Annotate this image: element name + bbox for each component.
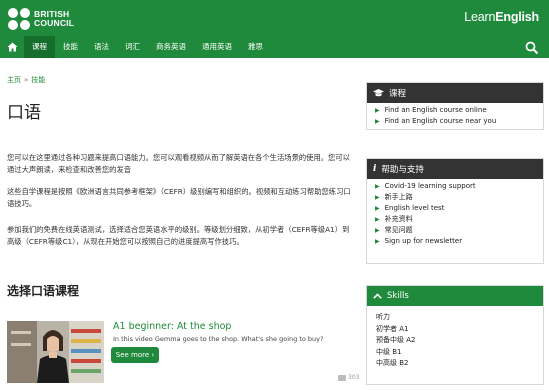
- help-panel: i 帮助与支持 ▶ Covid-19 learning support ▶ 新手上路…: [366, 158, 544, 264]
- nav-item-grammar[interactable]: 语法: [86, 36, 117, 58]
- nav-item-business-english[interactable]: 商务英语: [148, 36, 194, 58]
- sidebar-link-label: Sign up for newsletter: [384, 237, 463, 245]
- skills-item-b2[interactable]: 中高级 B2: [367, 358, 543, 370]
- arrow-right-icon: ▶: [375, 205, 380, 212]
- brand-part2: English: [495, 10, 539, 24]
- info-icon: i: [373, 164, 377, 174]
- arrow-right-icon: ▶: [375, 194, 380, 201]
- sidebar-link-faq[interactable]: ▶ 常见问题: [367, 225, 543, 236]
- british-council-logo[interactable]: BRITISH COUNCIL: [8, 8, 74, 30]
- nav-item-vocabulary[interactable]: 词汇: [117, 36, 148, 58]
- main-nav: 课程 技能 语法 词汇 商务英语 通用英语 雅思: [0, 36, 549, 58]
- nav-item-general-english[interactable]: 通用英语: [194, 36, 240, 58]
- skills-item-b1[interactable]: 中级 B1: [367, 347, 543, 359]
- sidebar-link-label: English level test: [384, 204, 445, 212]
- sidebar-link-label: Find an English course online: [384, 106, 487, 114]
- sidebar-link-label: Find an English course near you: [384, 117, 497, 125]
- courses-panel-header: 课程: [367, 83, 543, 103]
- course-description: In this video Gemma goes to the shop. Wh…: [113, 335, 324, 343]
- sidebar-link-level-test[interactable]: ▶ English level test: [367, 203, 543, 214]
- breadcrumb: 主页» 技能: [7, 75, 45, 85]
- sidebar-link-newsletter[interactable]: ▶ Sign up for newsletter: [367, 236, 543, 247]
- section-title: 选择口语课程: [7, 284, 80, 298]
- skills-item-a2[interactable]: 预备中级 A2: [367, 335, 543, 347]
- brand-part1: Learn: [464, 10, 496, 24]
- cefr-paragraph: 这些自学课程是按照《欧洲语言共同参考框架》（CEFR）级别编写和组织的。视频和互…: [7, 187, 351, 208]
- help-panel-title: 帮助与支持: [381, 165, 424, 175]
- see-more-button[interactable]: See more ›: [111, 347, 159, 363]
- graduation-cap-icon: [373, 89, 384, 97]
- skills-panel-header[interactable]: Skills: [367, 286, 543, 306]
- arrow-right-icon: ▶: [375, 238, 380, 245]
- courses-panel-title: 课程: [389, 89, 407, 99]
- intro-paragraph: 您可以在这里通过各种习题来提高口语能力。您可以观看视频从而了解英语在各个生活场景…: [7, 153, 350, 174]
- sidebar-link-label: Covid-19 learning support: [384, 182, 476, 190]
- sidebar-link-covid-support[interactable]: ▶ Covid-19 learning support: [367, 181, 543, 192]
- breadcrumb-home[interactable]: 主页: [7, 76, 21, 84]
- nav-item-ielts[interactable]: 雅思: [240, 36, 271, 58]
- view-count-value: 303: [348, 374, 360, 381]
- chevron-up-icon: [373, 293, 382, 299]
- sidebar-link-label: 常见问题: [384, 226, 413, 234]
- skills-panel: Skills 听力 初学者 A1 预备中级 A2 中级 B1 中高级 B2: [366, 285, 544, 385]
- level-test-paragraph: 参加我们的免费在线英语测试，选择适合您英语水平的级别。等级划分细致，从初学者（C…: [7, 225, 350, 246]
- arrow-right-icon: ▶: [375, 118, 380, 125]
- courses-panel: 课程 ▶ Find an English course online ▶ Find …: [366, 82, 544, 130]
- nav-item-courses[interactable]: 课程: [24, 36, 55, 58]
- sidebar-link-online-course[interactable]: ▶ Find an English course online: [367, 105, 543, 116]
- arrow-right-icon: ▶: [375, 183, 380, 190]
- breadcrumb-separator: »: [24, 76, 29, 84]
- site-header: BRITISH COUNCIL LearnEnglish: [0, 0, 549, 36]
- search-icon: [525, 41, 539, 55]
- logo-line2: COUNCIL: [34, 18, 75, 28]
- eye-icon: [338, 374, 346, 381]
- arrow-right-icon: ▶: [375, 227, 380, 234]
- skills-panel-title: Skills: [387, 291, 409, 301]
- search-button[interactable]: [525, 40, 539, 55]
- sidebar-link-getting-started[interactable]: ▶ 新手上路: [367, 192, 543, 203]
- course-title[interactable]: A1 beginner: At the shop: [113, 321, 231, 332]
- view-count: 303: [338, 374, 359, 381]
- sidebar-link-resources[interactable]: ▶ 补充资料: [367, 214, 543, 225]
- breadcrumb-current[interactable]: 技能: [31, 76, 45, 84]
- course-thumbnail[interactable]: [7, 321, 104, 383]
- nav-item-skills[interactable]: 技能: [55, 36, 86, 58]
- skills-item-a1[interactable]: 初学者 A1: [367, 324, 543, 336]
- sidebar-link-course-near-you[interactable]: ▶ Find an English course near you: [367, 116, 543, 127]
- sidebar-link-label: 补充资料: [384, 215, 413, 223]
- learnenglish-brand[interactable]: LearnEnglish: [464, 10, 539, 24]
- home-icon: [7, 42, 17, 52]
- help-panel-header: i 帮助与支持: [367, 159, 543, 179]
- logo-dots-icon: [8, 8, 30, 30]
- sidebar-link-label: 新手上路: [384, 193, 413, 201]
- home-button[interactable]: [0, 36, 24, 58]
- skills-item-listening[interactable]: 听力: [367, 312, 543, 324]
- page-title: 口语: [7, 103, 41, 123]
- arrow-right-icon: ▶: [375, 107, 380, 114]
- arrow-right-icon: ▶: [375, 216, 380, 223]
